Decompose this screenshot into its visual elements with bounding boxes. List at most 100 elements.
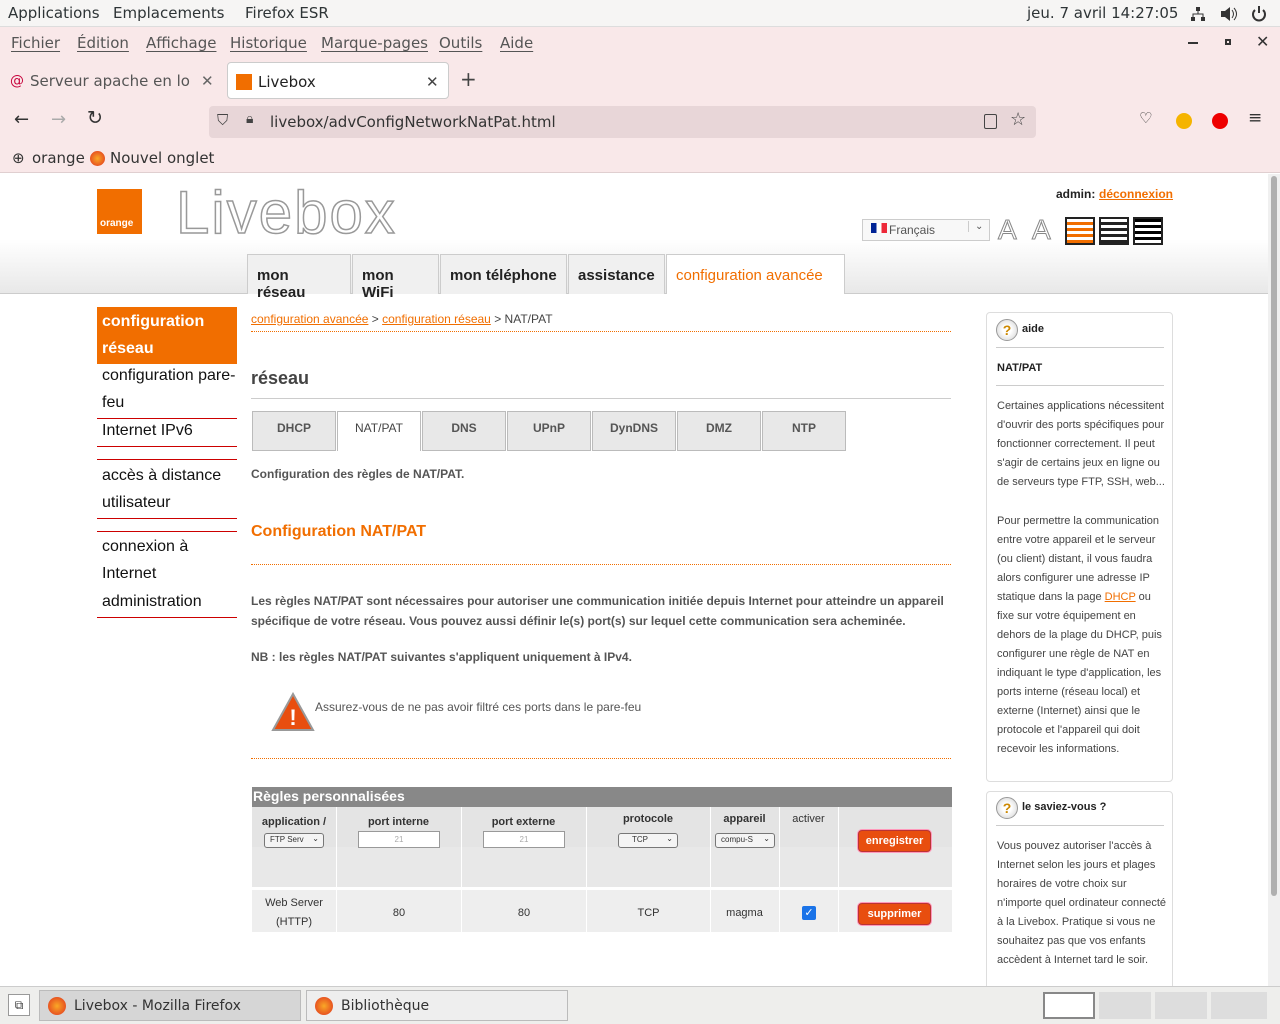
nav-assistance[interactable]: assistance [568, 254, 665, 294]
subtab-upnp[interactable]: UPnP [507, 411, 591, 451]
workspace-3[interactable] [1155, 992, 1207, 1019]
device-select[interactable]: compu-S ⌄ [715, 833, 775, 848]
row-internal-port: 80 [392, 907, 406, 919]
service-select[interactable]: FTP Serv ⌄ [264, 833, 324, 848]
subtab-dhcp[interactable]: DHCP [252, 411, 336, 451]
activate-checkbox[interactable]: ✓ [802, 906, 816, 920]
ublock-icon[interactable] [1212, 113, 1228, 129]
language-select[interactable]: Français ⌄ [862, 219, 990, 241]
protocol-select[interactable]: TCP ⌄ [618, 833, 678, 848]
sidebar-item-connexion-internet[interactable]: connexion à Internet [97, 533, 237, 590]
subtab-natpat[interactable]: NAT/PAT [337, 411, 421, 451]
clock[interactable]: jeu. 7 avril 14:27:05 [1027, 4, 1178, 22]
nav-mon-reseau[interactable]: mon réseau [247, 254, 351, 301]
livebox-page: orange Livebox admin: déconnexion França… [0, 174, 1268, 986]
help-dhcp-link[interactable]: DHCP [1105, 591, 1136, 603]
scrollbar-thumb[interactable] [1271, 176, 1277, 896]
nav-configuration-avancee[interactable]: configuration avancée [666, 254, 845, 294]
tab-livebox[interactable]: Livebox ✕ [227, 62, 449, 99]
taskbar-item-firefox[interactable]: Livebox - Mozilla Firefox [39, 990, 301, 1021]
page-scrollbar[interactable] [1268, 174, 1280, 986]
close-window-icon[interactable]: ✕ [1256, 32, 1269, 51]
menu-fichier[interactable]: Fichier [11, 34, 60, 52]
volume-icon[interactable] [1220, 6, 1238, 22]
nav-mon-wifi[interactable]: mon WiFi [352, 254, 439, 301]
tab-close-icon[interactable]: ✕ [201, 72, 214, 90]
tab-apache[interactable]: @ Serveur apache en local - ✕ [0, 62, 224, 99]
menu-affichage[interactable]: Affichage [146, 34, 216, 52]
network-icon[interactable] [1190, 6, 1206, 22]
sidebar-item-configuration-reseau[interactable]: configuration réseau [97, 307, 237, 364]
bookmark-new-tab[interactable]: Nouvel onglet [110, 149, 214, 167]
menu-historique[interactable]: Historique [230, 34, 307, 52]
delete-button[interactable]: supprimer [858, 903, 931, 925]
tab-close-icon[interactable]: ✕ [426, 73, 439, 91]
tip-box: ? le saviez-vous ? Vous pouvez autoriser… [986, 791, 1173, 986]
menu-aide[interactable]: Aide [500, 34, 533, 52]
new-tab-icon[interactable]: + [460, 67, 477, 91]
subtab-dyndns[interactable]: DynDNS [592, 411, 676, 451]
extension-icon[interactable] [1176, 113, 1192, 129]
subtab-dns[interactable]: DNS [422, 411, 506, 451]
sidebar-item-acces-distance[interactable]: accès à distance utilisateur [97, 462, 237, 519]
internal-port-input[interactable]: 21 [358, 831, 440, 848]
tab-bar: @ Serveur apache en local - ✕ Livebox ✕ … [0, 60, 1280, 101]
taskbar-item-library[interactable]: Bibliothèque [306, 990, 568, 1021]
url-bar[interactable]: ⛉ 🔒︎ livebox/advConfigNetworkNatPat.html… [209, 106, 1036, 138]
workspace-1[interactable] [1043, 992, 1095, 1019]
sidebar-divider [97, 459, 237, 460]
breadcrumb-configuration-reseau[interactable]: configuration réseau [382, 312, 491, 326]
lock-icon[interactable]: 🔒︎ [246, 111, 253, 127]
workspace-4[interactable] [1211, 992, 1267, 1019]
workspace-2[interactable] [1099, 992, 1151, 1019]
reader-view-icon[interactable] [984, 114, 997, 129]
theme-orange-icon[interactable] [1065, 217, 1095, 245]
external-port-input[interactable]: 21 [483, 831, 565, 848]
bookmark-star-icon[interactable]: ☆ [1010, 109, 1026, 130]
subtab-ntp[interactable]: NTP [762, 411, 846, 451]
theme-contrast-icon[interactable] [1099, 217, 1129, 245]
header-protocole: protocole [622, 813, 674, 825]
menu-marque-pages[interactable]: Marque-pages [321, 34, 428, 52]
logout-link[interactable]: déconnexion [1099, 187, 1173, 201]
forward-icon[interactable]: → [51, 109, 66, 130]
firefox-icon [48, 997, 66, 1015]
power-icon[interactable] [1251, 5, 1267, 22]
sidebar-item-internet-ipv6[interactable]: Internet IPv6 [97, 417, 237, 447]
menu-edition[interactable]: Édition [77, 34, 129, 52]
save-button[interactable]: enregistrer [858, 830, 931, 852]
places-menu[interactable]: Emplacements [113, 4, 225, 22]
sidebar-item-administration[interactable]: administration [97, 588, 237, 618]
question-icon: ? [996, 319, 1018, 341]
bookmarks-bar: ⊕ orange Nouvel onglet [0, 144, 1280, 173]
active-app-name[interactable]: Firefox ESR [245, 4, 329, 22]
nav-mon-telephone[interactable]: mon téléphone [440, 254, 567, 294]
question-icon: ? [996, 797, 1018, 819]
theme-dark-icon[interactable] [1133, 217, 1163, 245]
sidebar-item-configuration-pare-feu[interactable]: configuration pare-feu [97, 362, 237, 419]
bookmark-orange[interactable]: orange [32, 149, 85, 167]
minimize-icon[interactable] [1188, 42, 1198, 44]
shield-icon[interactable]: ⛉ [217, 111, 228, 129]
applications-menu[interactable]: Applications [8, 4, 100, 22]
font-decrease-icon[interactable]: A [998, 214, 1018, 246]
nb-text: NB : les règles NAT/PAT suivantes s'appl… [251, 650, 632, 664]
breadcrumb-configuration-avancee[interactable]: configuration avancée [251, 312, 368, 326]
row-protocol: TCP [637, 907, 660, 919]
subtab-dmz[interactable]: DMZ [677, 411, 761, 451]
font-increase-icon[interactable]: A [1032, 214, 1052, 246]
show-desktop-icon[interactable]: ⧉ [8, 994, 30, 1016]
menu-outils[interactable]: Outils [439, 34, 482, 52]
intro-text: Configuration des règles de NAT/PAT. [251, 467, 465, 481]
orange-favicon-icon [236, 74, 252, 90]
maximize-icon[interactable] [1225, 39, 1231, 45]
hamburger-menu-icon[interactable]: ≡ [1248, 108, 1262, 128]
help-box: ? aide NAT/PAT Certaines applications né… [986, 312, 1173, 782]
reload-icon[interactable]: ↻ [87, 107, 103, 129]
header-port-interne: port interne [367, 816, 430, 828]
url-text[interactable]: livebox/advConfigNetworkNatPat.html [270, 113, 556, 131]
breadcrumb: configuration avancée > configuration ré… [251, 312, 553, 326]
france-flag-icon [871, 223, 887, 233]
pocket-icon[interactable]: ♡ [1139, 109, 1152, 127]
back-icon[interactable]: ← [14, 109, 29, 130]
